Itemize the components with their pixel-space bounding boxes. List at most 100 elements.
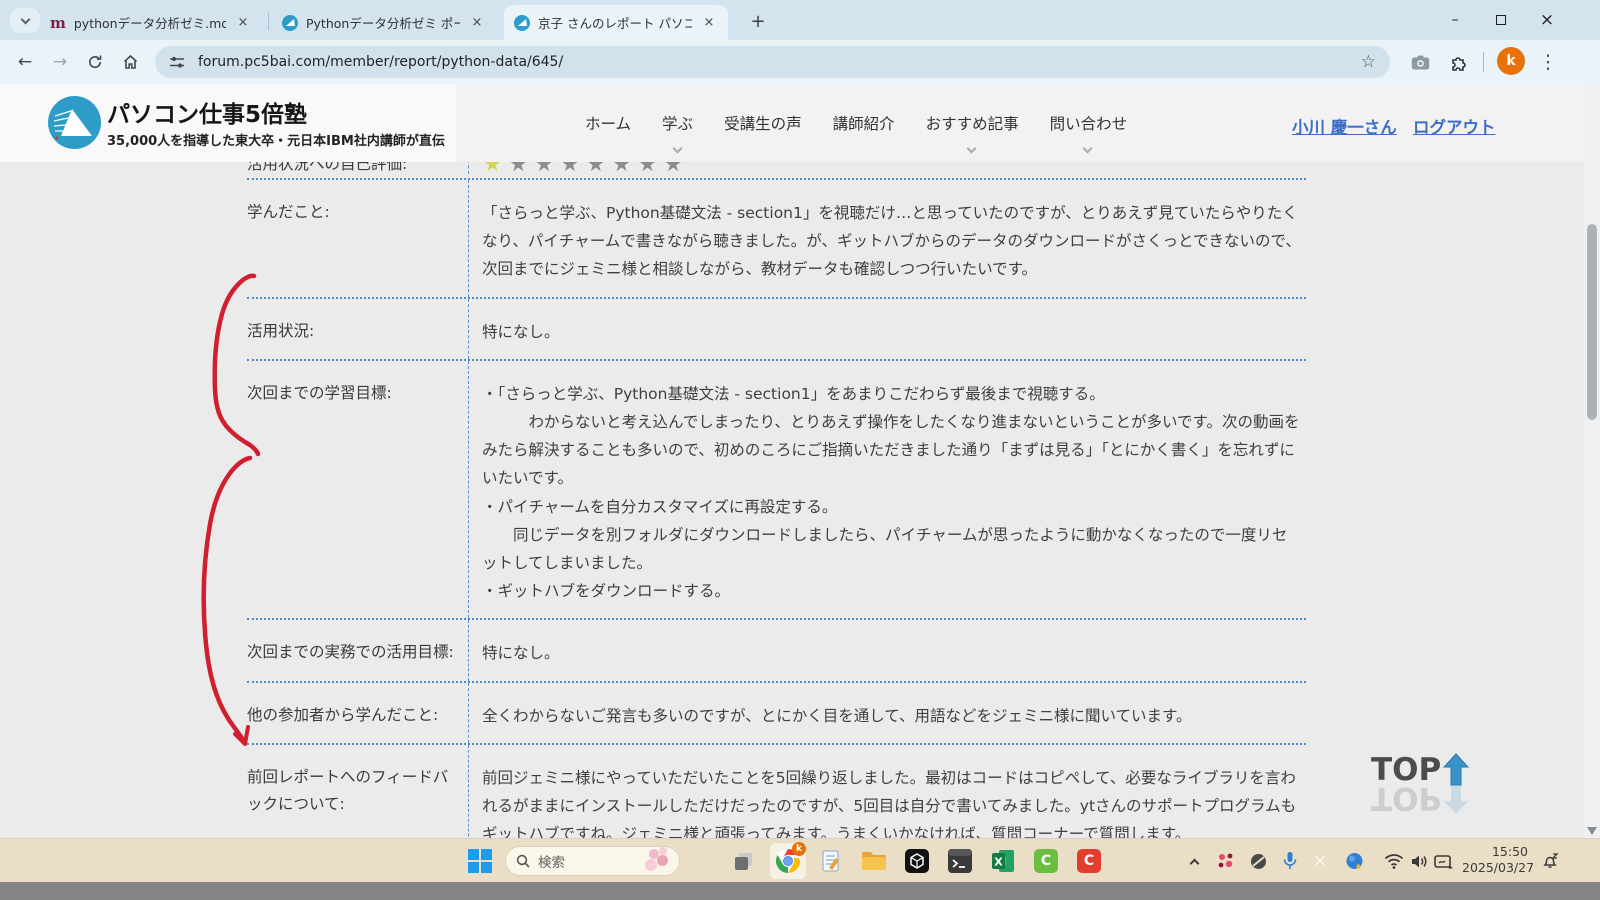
tray-globe-button[interactable] [1340, 847, 1368, 875]
tray-pen-device-button[interactable] [1430, 847, 1458, 875]
maximize-icon [1496, 15, 1506, 25]
minimize-button[interactable]: – [1432, 0, 1478, 40]
tab-close-icon[interactable]: × [234, 14, 252, 32]
back-button[interactable]: ← [10, 47, 40, 77]
tab-title: pythonデータ分析ゼミ.md [74, 13, 226, 32]
tab-close-icon[interactable]: × [468, 14, 486, 32]
terminal-button[interactable] [946, 847, 974, 875]
black-cube-app-button[interactable] [903, 847, 931, 875]
tab-search-button[interactable] [10, 8, 40, 33]
red-c-app-button[interactable]: C [1075, 847, 1103, 875]
scrollbar-thumb[interactable] [1587, 224, 1597, 420]
tray-blocked-button[interactable] [1244, 847, 1272, 875]
tray-volume-button[interactable] [1405, 847, 1433, 875]
reload-button[interactable] [80, 47, 110, 77]
chevron-up-icon [1189, 858, 1199, 868]
tab-markdown[interactable]: m pythonデータ分析ゼミ.md × [40, 5, 262, 40]
site-favicon-icon [282, 15, 298, 31]
site-title[interactable]: パソコン仕事5倍塾 [107, 95, 307, 129]
pen-tablet-icon [1434, 853, 1455, 870]
row-value: ・「さらっと学ぶ、Python基礎文法 - section1」をあまりこだわらず… [468, 361, 1306, 619]
file-explorer-button[interactable] [860, 847, 888, 875]
chrome-taskbar-button[interactable]: k [774, 847, 802, 875]
notepad-icon [820, 849, 842, 873]
forward-button[interactable]: → [45, 47, 75, 77]
nav-item-voices[interactable]: 受講生の声 [724, 112, 802, 134]
tray-date: 2025/03/27 [1462, 860, 1528, 876]
logout-link[interactable]: ログアウト [1413, 114, 1496, 138]
nav-item-contact[interactable]: 問い合わせ [1050, 112, 1128, 134]
site-favicon-icon [514, 15, 530, 31]
tab-close-icon[interactable]: × [700, 14, 718, 32]
tab-bar: m pythonデータ分析ゼミ.md × Pythonデータ分析ゼミ ポータルト… [0, 0, 1600, 40]
close-button[interactable]: × [1524, 0, 1570, 40]
top-reflection: TOP [1371, 780, 1481, 816]
back-to-top-button[interactable]: TOP TOP [1371, 752, 1481, 812]
task-view-button[interactable] [730, 847, 758, 875]
screenshot-camera-button[interactable] [1405, 47, 1435, 77]
excel-icon: X [991, 849, 1015, 873]
home-button[interactable] [115, 47, 145, 77]
scrollbar-down-arrow-icon[interactable] [1587, 827, 1597, 835]
table-row: 次回までの実務での活用目標: 特になし。 [247, 620, 1306, 682]
chevron-down-icon [672, 144, 682, 154]
search-placeholder: 検索 [538, 851, 633, 871]
tray-overflow-button[interactable] [1180, 847, 1208, 875]
screen-bottom-strip [0, 882, 1600, 900]
nav-item-instructors[interactable]: 講師紹介 [833, 112, 895, 134]
nav-item-learn[interactable]: 学ぶ [662, 112, 693, 134]
close-x-icon: × [1313, 851, 1327, 871]
user-name-link[interactable]: 小川 慶一さん [1292, 114, 1397, 138]
tray-close-button[interactable]: × [1306, 847, 1334, 875]
taskbar-search[interactable]: 検索 [505, 846, 680, 876]
nav-item-home[interactable]: ホーム [585, 112, 631, 134]
row-label: 学んだこと: [247, 180, 468, 297]
tray-clock[interactable]: 15:50 2025/03/27 [1462, 844, 1528, 876]
notification-bell-button[interactable] [1536, 847, 1564, 875]
blue-globe-icon [1345, 852, 1364, 871]
nav-item-articles[interactable]: おすすめ記事 [926, 112, 1019, 134]
bookmark-star-icon[interactable]: ☆ [1361, 52, 1376, 72]
row-value: 特になし。 [468, 620, 1306, 680]
site-logo[interactable] [48, 96, 101, 149]
toolbar-divider [1483, 52, 1484, 72]
chevron-down-icon [1083, 144, 1093, 154]
green-c-app-icon: C [1034, 849, 1058, 873]
excel-button[interactable]: X [989, 847, 1017, 875]
red-c-app-icon: C [1077, 849, 1101, 873]
tray-wifi-button[interactable] [1380, 847, 1408, 875]
table-row: 活用状況: 特になし。 [247, 299, 1306, 361]
row-label: 次回までの実務での活用目標: [247, 620, 468, 680]
row-label: 前回レポートへのフィードバックについて: [247, 745, 468, 838]
tab-separator [268, 12, 269, 30]
reload-icon [87, 54, 103, 70]
tray-microphone-button[interactable] [1276, 847, 1304, 875]
tab-report-active[interactable]: 京子 さんのレポート パソコン仕事 5 × [504, 5, 728, 40]
puzzle-icon [1450, 54, 1467, 71]
browser-menu-button[interactable]: ⋮ [1533, 47, 1563, 77]
tab-portal[interactable]: Pythonデータ分析ゼミ ポータルトップ × [272, 5, 496, 40]
new-tab-button[interactable]: + [745, 8, 771, 34]
row-value: 「さらっと学ぶ、Python基礎文法 - section1」を視聴だけ…と思って… [468, 180, 1306, 297]
page-scrollbar[interactable] [1584, 84, 1600, 838]
green-c-app-button[interactable]: C [1032, 847, 1060, 875]
tray-pink-app-button[interactable] [1212, 847, 1240, 875]
url-text[interactable]: forum.pc5bai.com/member/report/python-da… [198, 54, 1361, 70]
bell-sleep-icon [1541, 852, 1559, 870]
notepad-taskbar-button[interactable] [817, 847, 845, 875]
site-settings-icon [169, 55, 186, 70]
windows-taskbar: 検索 k [0, 838, 1600, 882]
chevron-down-icon [967, 144, 977, 154]
extensions-button[interactable] [1443, 47, 1473, 77]
maximize-button[interactable] [1478, 0, 1524, 40]
chrome-profile-badge: k [792, 842, 806, 856]
table-row: 次回までの学習目標: ・「さらっと学ぶ、Python基礎文法 - section… [247, 361, 1306, 621]
start-button[interactable] [468, 849, 492, 873]
profile-avatar[interactable]: k [1497, 47, 1525, 75]
pyramid-logo-icon [48, 96, 101, 149]
browser-window: m pythonデータ分析ゼミ.md × Pythonデータ分析ゼミ ポータルト… [0, 0, 1600, 900]
row-label: 活用状況: [247, 299, 468, 359]
row-value: 特になし。 [468, 299, 1306, 359]
row-label: 他の参加者から学んだこと: [247, 683, 468, 743]
url-bar[interactable]: forum.pc5bai.com/member/report/python-da… [155, 46, 1390, 78]
